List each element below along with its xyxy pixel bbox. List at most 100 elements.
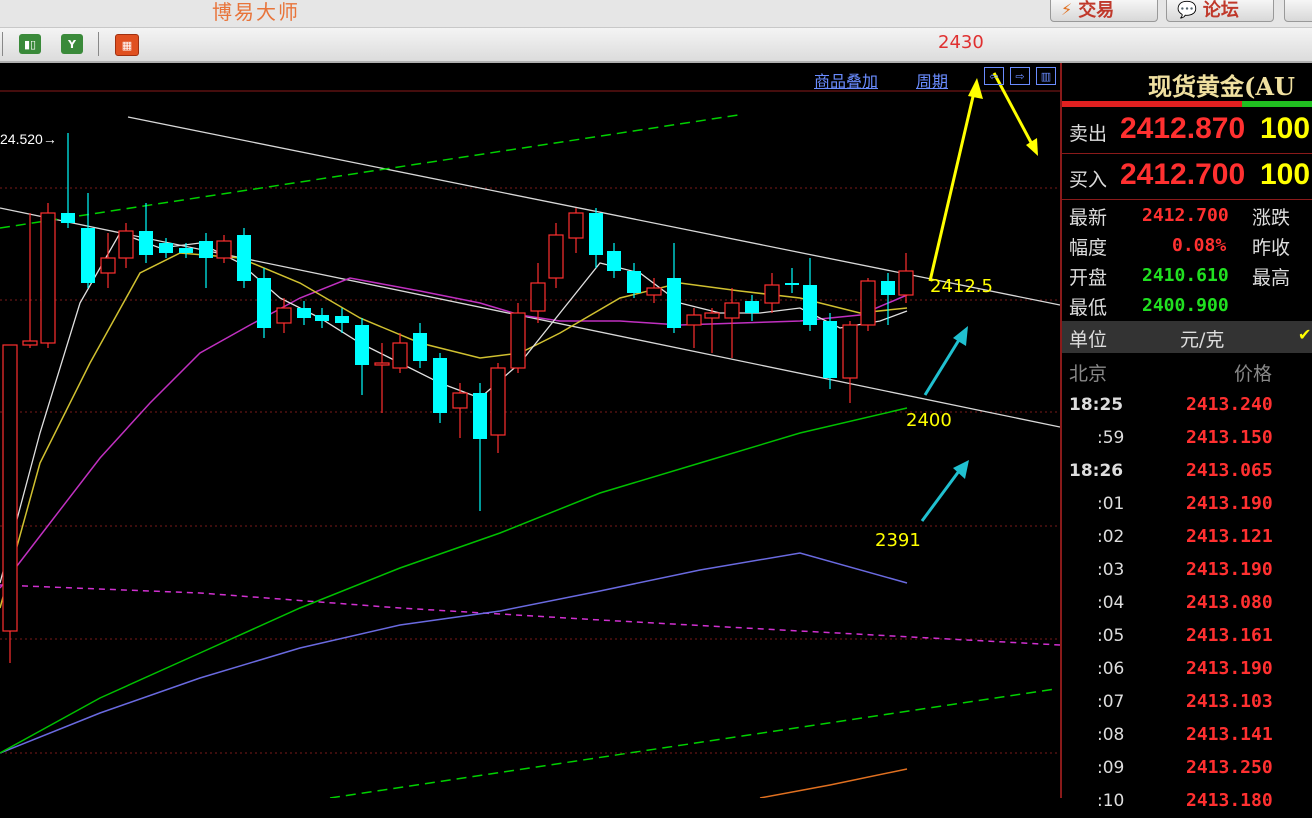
tick-time: :02 [1097,527,1125,547]
tick-row: :05 2413.161 [1062,620,1312,653]
tick-price: 2413.150 [1186,427,1273,448]
forum-button[interactable]: 💬 论坛 [1166,0,1274,22]
tick-row: 18:26 2413.065 [1062,455,1312,488]
toolbar-divider [98,32,99,56]
tick-time: :09 [1097,758,1125,778]
candle-body [413,333,427,361]
tick-row: 18:25 2413.240 [1062,389,1312,422]
lightning-icon: ⚡ [1061,0,1073,19]
filter-icon[interactable]: Y [61,34,83,54]
candle-body [276,307,292,324]
candle-body [490,367,506,436]
speech-bubble-icon: 💬 [1177,0,1197,19]
tick-row: :03 2413.190 [1062,554,1312,587]
tick-price: 2413.080 [1186,592,1273,613]
tick-price: 2413.180 [1186,790,1273,811]
toolbar-divider [2,32,3,56]
candle-body [823,321,837,378]
candle-body [61,213,75,223]
upper-channel-line [127,116,1060,306]
tick-time: :01 [1097,494,1125,514]
buy-label: 买入 [1069,169,1108,191]
candle-body [785,283,799,285]
latest-label: 最新 [1069,207,1108,229]
grid-icon[interactable]: ▦ [115,34,139,56]
unit-label: 单位 [1069,329,1108,351]
tick-time: :04 [1097,593,1125,613]
buy-price: 2412.700 [1120,158,1246,191]
annotation-2391: 2391 [875,530,921,551]
high-label: 最高 [1252,267,1291,289]
more-button[interactable] [1284,0,1312,22]
candle-body [860,280,876,326]
yellow-arrow-down [992,72,1038,156]
candle-body [118,230,134,259]
candle-body [139,231,153,255]
tick-row: :07 2413.103 [1062,686,1312,719]
tick-price: 2413.161 [1186,625,1273,646]
candle-body [216,240,232,259]
candle-body [392,342,408,369]
low-label: 最低 [1069,297,1108,319]
green-dashed-lower [329,688,1056,798]
sell-ratio-bar [1062,101,1242,107]
candle-body [646,287,662,296]
sell-price: 2412.870 [1120,112,1246,145]
toolbar: ▮▯ Y ▦ [0,28,1312,63]
buy-row[interactable]: 买入 2412.700 100 [1062,155,1312,200]
unit-row[interactable]: 单位 元/克 ✔ [1062,321,1312,353]
chart-canvas: 24.520→ [0,72,1060,798]
tick-price: 2413.141 [1186,724,1273,745]
cyan-arrow-2 [920,460,969,522]
green-dashed-upper [0,114,739,229]
tick-price: 2413.240 [1186,394,1273,415]
latest-value: 2412.700 [1142,205,1229,226]
candle-body [607,251,621,271]
candle-body [589,213,603,255]
candle-body [530,282,546,312]
tick-time: :06 [1097,659,1125,679]
yellow-arrow-up [928,78,983,282]
candle-body [199,241,213,258]
sell-row[interactable]: 卖出 2412.870 100 [1062,109,1312,154]
candle-body [2,344,18,632]
layout-icon[interactable]: ▥ [1036,67,1056,85]
candle-body [704,312,720,319]
forum-label: 论坛 [1202,0,1239,21]
ticks-price-header: 价格 [1234,363,1273,385]
period-link[interactable]: 周期 [916,68,948,92]
sell-volume: 100 [1260,112,1311,145]
magenta-dashed-line [0,584,1060,646]
amplitude-label: 幅度 [1069,237,1108,259]
candle-body [257,278,271,328]
title-bar: 博易大师 ⚡ 交易 💬 论坛 [0,0,1312,28]
trade-button[interactable]: ⚡ 交易 [1050,0,1158,22]
tick-row: :02 2413.121 [1062,521,1312,554]
overlay-link[interactable]: 商品叠加 [814,68,878,92]
tick-price: 2413.190 [1186,658,1273,679]
buy-volume: 100 [1260,158,1311,191]
candle-body [568,212,584,239]
tick-time: 18:26 [1069,461,1124,481]
tick-row: :06 2413.190 [1062,653,1312,686]
candle-body [898,270,914,296]
candle-body [355,325,369,365]
candle-body [510,312,526,369]
candle-body [842,324,858,379]
candle-body [686,314,702,326]
tick-time: :10 [1097,791,1125,811]
ma-magenta [0,277,908,589]
tick-row: :01 2413.190 [1062,488,1312,521]
arrow-right-icon[interactable]: ⇨ [1010,67,1030,85]
candle-body [803,285,817,325]
candles-group [2,133,914,663]
trade-label: 交易 [1078,0,1115,21]
buy-ratio-bar [1242,101,1312,107]
candlestick-chart[interactable]: 24.520→ [0,63,1060,798]
arrow-left-icon[interactable]: ⇦ [984,67,1004,85]
candle-body [473,393,487,439]
candle-body [159,243,173,253]
tick-row: :59 2413.150 [1062,422,1312,455]
volume-chart-icon[interactable]: ▮▯ [19,34,41,54]
tick-row: :08 2413.141 [1062,719,1312,752]
